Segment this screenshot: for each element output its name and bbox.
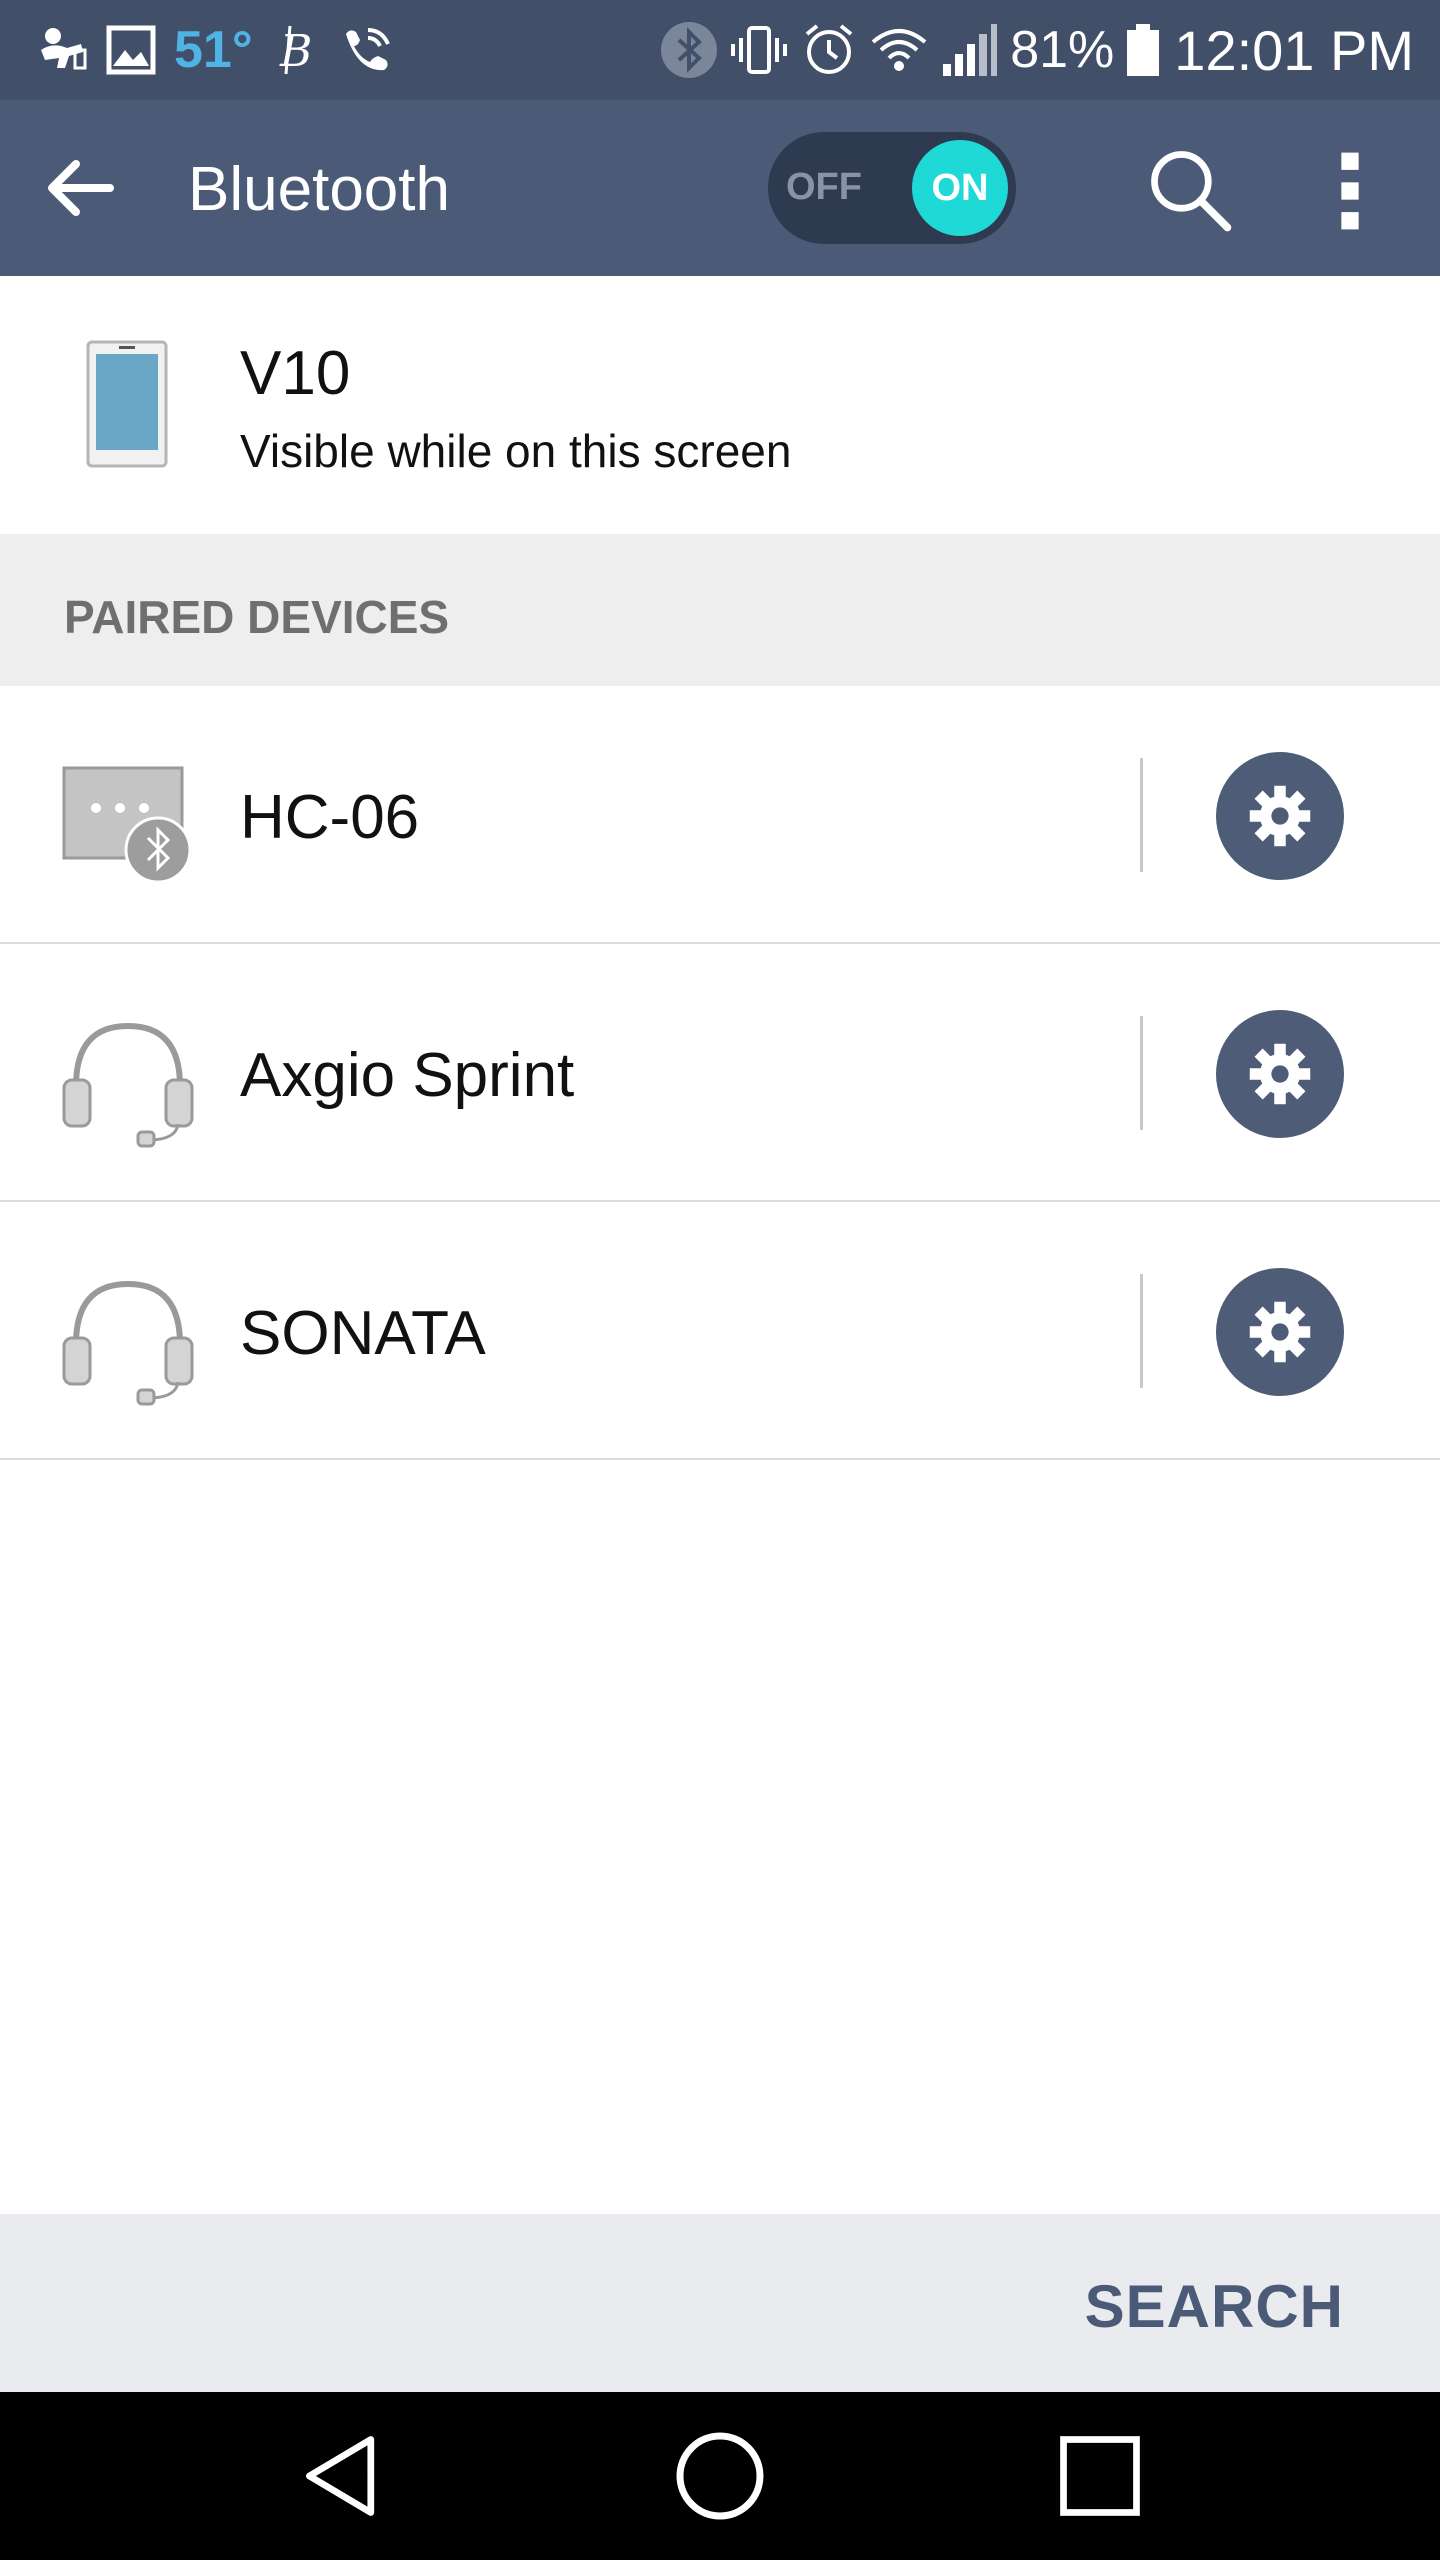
phone-icon (86, 340, 168, 468)
baby-icon (26, 18, 96, 82)
device-settings-button[interactable] (1216, 752, 1344, 880)
square-recents-icon (1060, 2436, 1140, 2516)
search-button[interactable] (1136, 136, 1246, 246)
signal-icon (934, 18, 1004, 82)
bluetooth-device-icon (62, 766, 192, 884)
headset-icon (62, 1022, 194, 1148)
battery-icon (1120, 18, 1166, 82)
more-vert-icon (1341, 152, 1359, 230)
bottom-action-bar: SEARCH (0, 2214, 1440, 2392)
nav-recents-button[interactable] (1040, 2416, 1160, 2536)
gear-icon (1249, 785, 1311, 847)
circle-home-icon (676, 2432, 764, 2520)
page-title: Bluetooth (188, 155, 450, 224)
status-left-icons: 51° B (26, 18, 401, 82)
arrow-back-icon (48, 160, 114, 216)
triangle-back-icon (306, 2436, 375, 2516)
toggle-off-label: OFF (786, 166, 862, 208)
row-divider (1140, 1016, 1143, 1130)
battery-percent: 81% (1010, 21, 1115, 79)
bluetooth-icon (654, 18, 724, 82)
device-name: HC-06 (240, 783, 420, 852)
status-bar: 51° B 81% 12:01 PM (0, 0, 1440, 100)
toggle-on-knob: ON (912, 140, 1008, 236)
own-device-status: Visible while on this screen (240, 425, 792, 477)
section-title: PAIRED DEVICES (64, 591, 450, 643)
search-icon (1151, 151, 1232, 232)
status-right-icons: 81% 12:01 PM (654, 18, 1414, 83)
svg-text:B: B (279, 26, 312, 77)
vibrate-icon (724, 18, 794, 82)
search-devices-button[interactable]: SEARCH (1085, 2272, 1344, 2341)
nav-home-button[interactable] (660, 2416, 780, 2536)
more-options-button[interactable] (1310, 136, 1390, 246)
nav-back-button[interactable] (282, 2416, 402, 2536)
device-settings-button[interactable] (1216, 1268, 1344, 1396)
clock: 12:01 PM (1174, 18, 1414, 82)
device-name: SONATA (240, 1299, 486, 1368)
app-bar: Bluetooth OFF ON (0, 100, 1440, 276)
image-icon (96, 18, 166, 82)
row-divider (1140, 1274, 1143, 1388)
device-row-hc-06[interactable]: HC-06 (0, 686, 1440, 944)
own-device-row[interactable]: V10 Visible while on this screen (0, 276, 1440, 534)
temperature: 51° (174, 21, 253, 79)
paired-devices-list: HC-06 Axgio Sprint SONATA (0, 686, 1440, 1460)
own-device-name: V10 (240, 339, 351, 408)
back-button[interactable] (30, 140, 130, 236)
row-divider (1140, 758, 1143, 872)
device-row-axgio-sprint[interactable]: Axgio Sprint (0, 944, 1440, 1202)
navigation-bar (0, 2392, 1440, 2560)
bluetooth-toggle[interactable]: OFF ON (768, 132, 1016, 244)
gear-icon (1249, 1043, 1311, 1105)
headset-icon (62, 1280, 194, 1406)
wifi-calling-icon (331, 18, 401, 82)
alarm-icon (794, 18, 864, 82)
gear-icon (1249, 1301, 1311, 1363)
wifi-icon (864, 18, 934, 82)
device-row-sonata[interactable]: SONATA (0, 1202, 1440, 1460)
device-name: Axgio Sprint (240, 1041, 575, 1110)
device-settings-button[interactable] (1216, 1010, 1344, 1138)
paired-devices-header: PAIRED DEVICES (0, 534, 1440, 686)
bitcoin-icon: B (261, 18, 331, 82)
